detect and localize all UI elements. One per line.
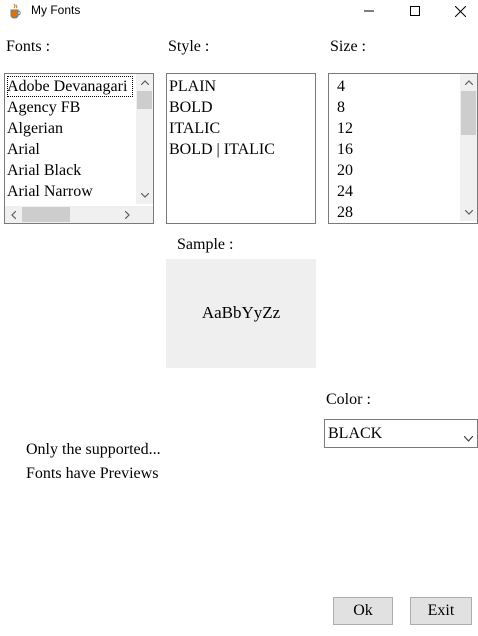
close-icon [454, 5, 466, 17]
scroll-up-icon[interactable] [136, 74, 153, 91]
size-vscroll-thumb[interactable] [461, 91, 476, 135]
chevron-down-icon[interactable] [463, 429, 474, 447]
style-list-item[interactable]: BOLD | ITALIC [169, 139, 275, 160]
fonts-list-item[interactable]: Algerian [7, 118, 63, 139]
size-list-item[interactable]: 16 [337, 139, 353, 160]
size-list-item[interactable]: 8 [337, 97, 345, 118]
maximize-button[interactable] [392, 0, 438, 22]
java-coffee-icon [8, 3, 22, 19]
exit-button[interactable]: Exit [410, 597, 472, 625]
sample-text: AaBbYyZz [201, 303, 281, 322]
title-bar: My Fonts [0, 0, 478, 22]
style-list-item[interactable]: BOLD [169, 97, 213, 118]
sample-preview: AaBbYyZz [166, 259, 316, 368]
style-label: Style : [168, 38, 210, 55]
maximize-icon [410, 6, 420, 16]
fonts-list-item[interactable]: Arial Black [7, 160, 81, 181]
size-list-item[interactable]: 4 [337, 76, 345, 97]
minimize-button[interactable] [346, 0, 392, 22]
color-select[interactable]: BLACK [324, 419, 478, 448]
fonts-list-item-selected[interactable]: Adobe Devanagari [7, 76, 133, 97]
fonts-list-item[interactable]: Agency FB [7, 97, 80, 118]
scroll-down-icon[interactable] [460, 204, 477, 221]
scroll-right-icon[interactable] [119, 206, 136, 223]
size-list-item[interactable]: 12 [337, 118, 353, 139]
style-list-item[interactable]: ITALIC [169, 118, 220, 139]
size-label: Size : [330, 38, 366, 55]
fonts-list-item[interactable]: Arial Narrow [7, 181, 93, 202]
scroll-left-icon[interactable] [5, 206, 22, 223]
fonts-label: Fonts : [6, 38, 51, 55]
size-list-item[interactable]: 24 [337, 181, 353, 202]
scroll-down-icon[interactable] [136, 187, 153, 204]
fonts-horizontal-scrollbar[interactable] [5, 206, 136, 223]
style-list[interactable]: PLAIN BOLD ITALIC BOLD | ITALIC [166, 73, 316, 224]
size-vertical-scrollbar[interactable] [460, 74, 477, 221]
size-list-item[interactable]: 28 [337, 202, 353, 223]
close-button[interactable] [437, 0, 478, 22]
size-list-item[interactable]: 20 [337, 160, 353, 181]
sample-label: Sample : [177, 236, 234, 253]
note-line-1: Only the supported... [26, 441, 161, 458]
fonts-list[interactable]: Adobe Devanagari Agency FB Algerian Aria… [4, 73, 154, 224]
color-label: Color : [326, 391, 371, 408]
fonts-hscroll-thumb[interactable] [22, 207, 70, 222]
size-list[interactable]: 4 8 12 16 20 24 28 [328, 73, 478, 224]
color-select-value: BLACK [328, 425, 383, 442]
scroll-up-icon[interactable] [460, 74, 477, 91]
fonts-list-item[interactable]: Arial [7, 139, 40, 160]
style-list-item[interactable]: PLAIN [169, 76, 216, 97]
ok-button[interactable]: Ok [333, 597, 393, 625]
scroll-corner [136, 206, 153, 223]
fonts-vscroll-thumb[interactable] [137, 91, 152, 109]
minimize-icon [364, 10, 374, 12]
fonts-vertical-scrollbar[interactable] [136, 74, 153, 204]
note-line-2: Fonts have Previews [26, 465, 159, 482]
window-title: My Fonts [31, 3, 81, 17]
